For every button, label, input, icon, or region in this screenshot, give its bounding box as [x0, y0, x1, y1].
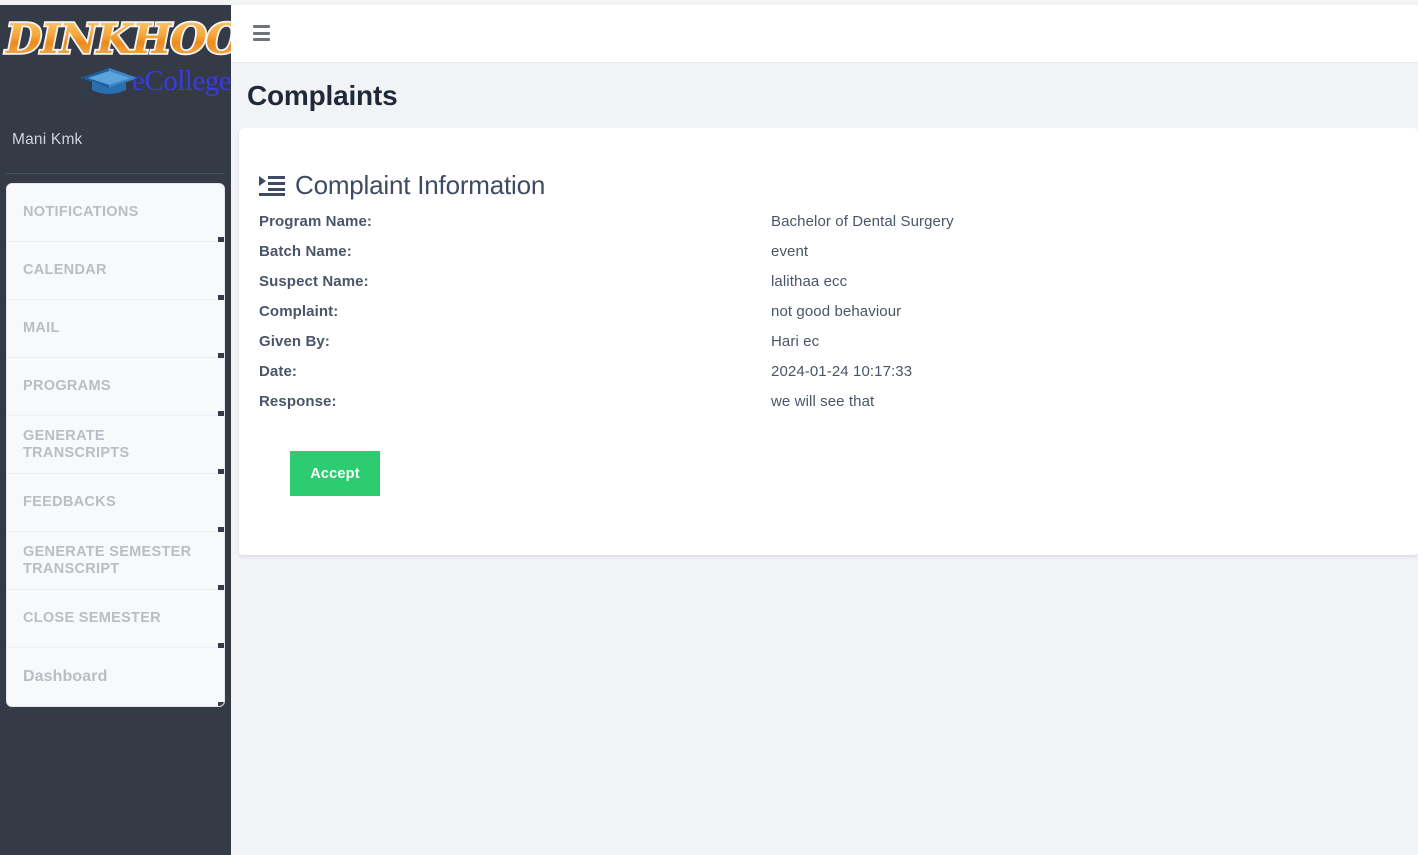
sidebar-item-mail[interactable]: MAIL — [7, 300, 224, 361]
sidebar-item-label: PROGRAMS — [23, 378, 111, 395]
detail-label-complaint: Complaint: — [259, 302, 339, 320]
brand-logo[interactable]: DINKHOO! DINKHOO! eCollege — [0, 5, 231, 105]
detail-row: Batch Name: event — [259, 236, 1399, 266]
logo-secondary-text: eCollege — [132, 65, 231, 97]
sidebar-divider — [6, 173, 225, 174]
sidebar-item-label: CLOSE SEMESTER — [23, 610, 161, 627]
card-heading: Complaint Information — [259, 170, 545, 201]
detail-value-given-by: Hari ec — [771, 332, 820, 350]
sidebar-item-label: MAIL — [23, 320, 60, 337]
detail-row: Response: we will see that — [259, 386, 1399, 416]
detail-value-suspect-name: lalithaa ecc — [771, 272, 848, 290]
detail-row: Complaint: not good behaviour — [259, 296, 1399, 326]
detail-value-complaint: not good behaviour — [771, 302, 902, 320]
detail-row: Suspect Name: lalithaa ecc — [259, 266, 1399, 296]
detail-label-program-name: Program Name: — [259, 212, 373, 230]
sidebar-item-dashboard[interactable]: Dashboard — [7, 648, 224, 706]
page-title: Complaints — [247, 80, 398, 111]
sidebar-item-label: GENERATE SEMESTER TRANSCRIPT — [23, 543, 192, 577]
sidebar-item-generate-transcripts[interactable]: GENERATE TRANSCRIPTS — [7, 416, 224, 477]
sidebar-item-label: GENERATE TRANSCRIPTS — [23, 427, 130, 461]
sidebar-item-label: FEEDBACKS — [23, 494, 116, 511]
detail-row: Program Name: Bachelor of Dental Surgery — [259, 206, 1399, 236]
detail-value-response: we will see that — [771, 392, 875, 410]
sidebar-item-feedbacks[interactable]: FEEDBACKS — [7, 474, 224, 535]
sidebar-item-label: Dashboard — [23, 667, 108, 685]
card-heading-text: Complaint Information — [295, 170, 546, 200]
hamburger-bar — [253, 25, 270, 28]
detail-value-batch-name: event — [771, 242, 809, 260]
hamburger-bar — [253, 31, 270, 35]
sidebar-item-programs[interactable]: PROGRAMS — [7, 358, 224, 419]
detail-row: Date: 2024-01-24 10:17:33 — [259, 356, 1399, 386]
detail-label-suspect-name: Suspect Name: — [259, 272, 369, 290]
hamburger-icon[interactable] — [253, 23, 275, 43]
complaint-details: Program Name: Bachelor of Dental Surgery… — [259, 206, 1399, 416]
complaint-card: Complaint Information Program Name: Bach… — [239, 128, 1418, 555]
page-header: Complaints — [231, 64, 1418, 128]
sidebar-user-name: Mani Kmk — [12, 131, 83, 148]
nav-item-marker — [218, 702, 224, 706]
topbar — [231, 5, 1418, 63]
main-content: Complaints Complaint Information Program… — [231, 5, 1418, 855]
sidebar-item-label: CALENDAR — [23, 262, 107, 279]
sidebar-item-calendar[interactable]: CALENDAR — [7, 242, 224, 303]
hamburger-bar — [253, 38, 270, 41]
sidebar-item-close-semester[interactable]: CLOSE SEMESTER — [7, 590, 224, 651]
detail-label-given-by: Given By: — [259, 332, 330, 350]
sidebar-nav: NOTIFICATIONS CALENDAR MAIL PROGRAMS GEN… — [6, 183, 225, 707]
sidebar: DINKHOO! DINKHOO! eCollege Mani Kmk NOTI… — [0, 5, 231, 855]
detail-value-program-name: Bachelor of Dental Surgery — [771, 212, 954, 230]
accept-button[interactable]: Accept — [290, 451, 380, 496]
logo-primary-text: DINKHOO! — [6, 15, 231, 63]
detail-label-batch-name: Batch Name: — [259, 242, 352, 260]
detail-label-date: Date: — [259, 362, 298, 380]
sidebar-item-notifications[interactable]: NOTIFICATIONS — [7, 184, 224, 245]
indent-list-icon — [259, 175, 285, 196]
sidebar-item-generate-semester-transcript[interactable]: GENERATE SEMESTER TRANSCRIPT — [7, 532, 224, 593]
graduation-cap-icon — [80, 68, 138, 98]
detail-value-date: 2024-01-24 10:17:33 — [771, 362, 913, 380]
detail-row: Given By: Hari ec — [259, 326, 1399, 356]
sidebar-item-label: NOTIFICATIONS — [23, 204, 139, 221]
detail-label-response: Response: — [259, 392, 337, 410]
